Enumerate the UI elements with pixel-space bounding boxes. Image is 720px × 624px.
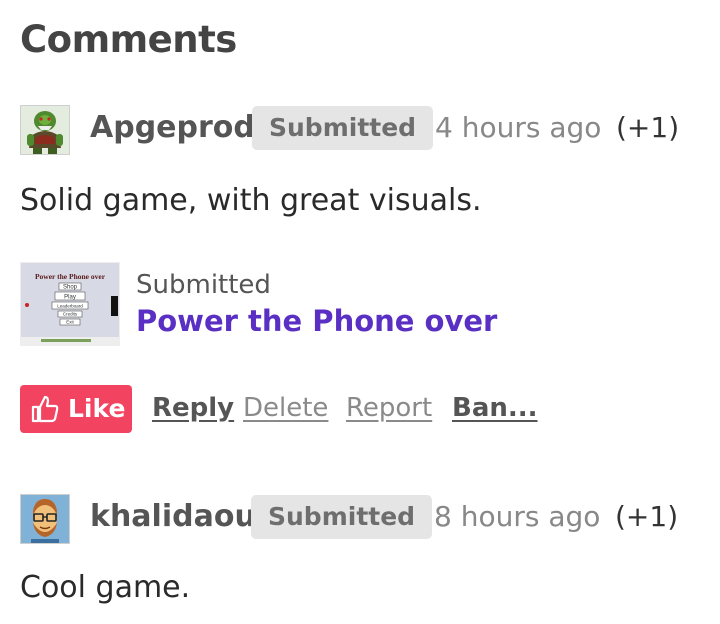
avatar[interactable] (20, 494, 70, 544)
submitted-badge: Submitted (252, 106, 434, 150)
comment-body: Cool game. (20, 570, 191, 605)
thumbs-up-icon (31, 395, 59, 423)
like-button[interactable]: Like (20, 385, 132, 433)
attachment-kind: Submitted (136, 270, 271, 300)
page-title: Comments (20, 18, 237, 61)
thumb-button-play: Play (64, 295, 76, 301)
thumb-button-exit: Exit (66, 320, 74, 325)
comment: Apgeprod Submitted 4 hours ago (+1) Soli… (20, 105, 710, 445)
comment-actions: Like Reply Delete Report Ban... (20, 385, 710, 433)
timestamp[interactable]: 4 hours ago (435, 111, 601, 144)
game-link[interactable]: Power the Phone over (136, 304, 497, 338)
author-name[interactable]: khalidaou (90, 499, 256, 534)
comment: khalidaou Submitted 8 hours ago (+1) Coo… (20, 494, 710, 619)
vote-score: (+1) (616, 111, 680, 144)
green-orc-avatar-icon (21, 106, 69, 154)
bearded-man-glasses-avatar-icon (21, 495, 69, 543)
game-thumbnail[interactable]: Power the Phone over Shop Play Leaderboa… (20, 262, 120, 346)
thumb-button-shop: Shop (63, 285, 78, 291)
ban-link[interactable]: Ban... (452, 393, 538, 423)
reply-link[interactable]: Reply (152, 393, 234, 423)
like-label: Like (68, 394, 126, 423)
delete-link[interactable]: Delete (243, 393, 328, 423)
timestamp[interactable]: 8 hours ago (434, 500, 600, 533)
comment-header: khalidaou Submitted 8 hours ago (+1) (20, 494, 710, 544)
thumb-title: Power the Phone over (35, 272, 106, 281)
submission-attachment: Power the Phone over Shop Play Leaderboa… (20, 262, 620, 346)
comment-header: Apgeprod Submitted 4 hours ago (+1) (20, 105, 710, 155)
submitted-badge: Submitted (251, 495, 433, 539)
game-thumbnail-image: Power the Phone over Shop Play Leaderboa… (21, 263, 119, 345)
thumb-button-leaderboard: Leaderboard (57, 304, 83, 309)
thumb-button-credits: Credits (63, 312, 78, 317)
avatar[interactable] (20, 105, 70, 155)
comment-body: Solid game, with great visuals. (20, 183, 482, 218)
author-name[interactable]: Apgeprod (90, 110, 255, 145)
vote-score: (+1) (615, 500, 679, 533)
report-link[interactable]: Report (346, 393, 432, 423)
